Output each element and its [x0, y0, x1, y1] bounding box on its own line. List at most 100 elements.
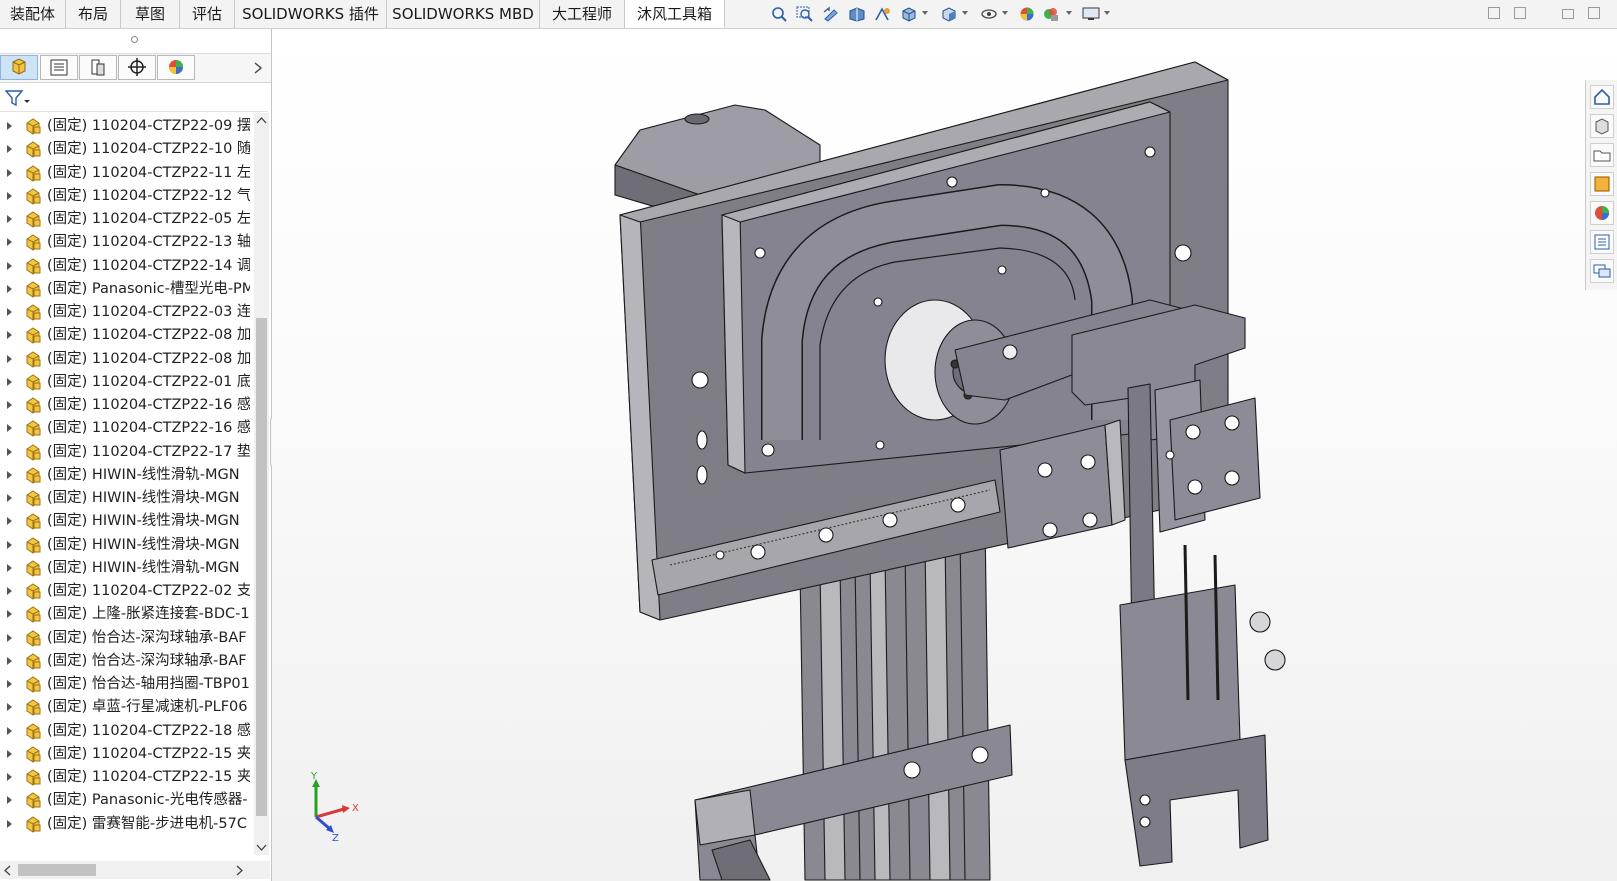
tab-engineer[interactable]: 大工程师 — [540, 0, 625, 28]
view-palette-tab[interactable] — [1590, 172, 1614, 196]
tree-item[interactable]: (固定) 110204-CTZP22-15 夹 — [0, 765, 250, 789]
expand-arrow-icon[interactable] — [7, 633, 12, 642]
tree-item[interactable]: (固定) HIWIN-线性滑块-MGN — [0, 486, 250, 510]
chevron-down-icon[interactable] — [962, 11, 968, 15]
tree-item[interactable]: (固定) Panasonic-光电传感器- — [0, 788, 250, 812]
tree-item[interactable]: (固定) 110204-CTZP22-02 支 — [0, 579, 250, 603]
tree-item[interactable]: (固定) 怡合达-深沟球轴承-BAF — [0, 649, 250, 673]
configuration-manager-tab[interactable] — [79, 55, 117, 80]
expand-arrow-icon[interactable] — [7, 773, 12, 781]
view-orientation-icon[interactable] — [900, 6, 918, 22]
tree-item[interactable]: (固定) 110204-CTZP22-18 感 — [0, 719, 250, 743]
display-manager-tab[interactable] — [157, 55, 195, 80]
maximize-window-button[interactable] — [1588, 7, 1600, 19]
expand-arrow-icon[interactable] — [7, 168, 12, 177]
tree-item[interactable]: (固定) 110204-CTZP22-10 随 — [0, 137, 250, 161]
hide-show-items-icon[interactable] — [980, 6, 998, 22]
expand-arrow-icon[interactable] — [7, 517, 12, 526]
tree-vertical-scrollbar[interactable] — [254, 113, 269, 855]
tree-item[interactable]: (固定) 卓蓝-行星减速机-PLF06 — [0, 695, 250, 719]
design-library-tab[interactable] — [1590, 114, 1614, 138]
chevron-down-icon[interactable] — [1104, 11, 1110, 15]
expand-arrow-icon[interactable] — [7, 284, 12, 293]
expand-arrow-icon[interactable] — [7, 587, 12, 595]
tree-item[interactable]: (固定) 110204-CTZP22-14 调 — [0, 254, 250, 278]
chevron-left-icon[interactable] — [3, 865, 11, 876]
chevron-up-icon[interactable] — [256, 116, 267, 124]
expand-arrow-icon[interactable] — [7, 122, 12, 130]
tree-item[interactable]: (固定) Panasonic-槽型光电-PM — [0, 277, 250, 301]
scrollbar-thumb[interactable] — [256, 318, 267, 816]
property-manager-tab[interactable] — [40, 55, 78, 80]
tree-item[interactable]: (固定) 110204-CTZP22-16 感 — [0, 416, 250, 440]
chevron-right-icon[interactable] — [253, 62, 263, 74]
custom-properties-tab[interactable] — [1590, 230, 1614, 254]
dimxpert-manager-tab[interactable] — [118, 55, 156, 80]
tree-item[interactable]: (固定) 110204-CTZP22-01 底 — [0, 370, 250, 394]
expand-arrow-icon[interactable] — [7, 447, 12, 456]
section-view-icon[interactable] — [848, 6, 866, 22]
expand-arrow-icon[interactable] — [7, 261, 12, 270]
display-style-icon[interactable] — [940, 6, 958, 22]
forum-tab[interactable] — [1590, 259, 1614, 283]
dynamic-annotation-icon[interactable] — [874, 6, 892, 22]
tab-evaluate[interactable]: 评估 — [180, 0, 235, 28]
tab-solidworks-mbd[interactable]: SOLIDWORKS MBD — [387, 0, 540, 28]
tree-item[interactable]: (固定) 110204-CTZP22-09 摆 — [0, 114, 250, 138]
tree-item[interactable]: (固定) 110204-CTZP22-05 左 — [0, 207, 250, 231]
tree-item[interactable]: (固定) HIWIN-线性滑轨-MGN — [0, 556, 250, 580]
expand-arrow-icon[interactable] — [7, 726, 12, 735]
tile-left-button[interactable] — [1488, 7, 1500, 19]
expand-arrow-icon[interactable] — [7, 470, 12, 479]
tree-horizontal-scrollbar[interactable] — [0, 861, 270, 879]
tab-mufeng-toolbox[interactable]: 沐风工具箱 — [625, 0, 725, 28]
featuremanager-tree-tab[interactable] — [0, 55, 38, 80]
expand-arrow-icon[interactable] — [7, 377, 12, 386]
expand-arrow-icon[interactable] — [7, 145, 12, 154]
expand-arrow-icon[interactable] — [7, 238, 12, 247]
tree-item[interactable]: (固定) 110204-CTZP22-15 夹 — [0, 742, 250, 766]
expand-arrow-icon[interactable] — [7, 656, 12, 665]
tab-layout[interactable]: 布局 — [66, 0, 121, 28]
chevron-down-icon[interactable] — [256, 844, 267, 852]
restore-window-button[interactable] — [1562, 9, 1574, 19]
edit-appearance-icon[interactable] — [1018, 6, 1036, 22]
tree-item[interactable]: (固定) 110204-CTZP22-13 轴 — [0, 230, 250, 254]
scrollbar-thumb[interactable] — [18, 864, 96, 876]
tree-item[interactable]: (固定) 怡合达-深沟球轴承-BAF — [0, 626, 250, 650]
expand-arrow-icon[interactable] — [7, 215, 12, 223]
chevron-down-icon[interactable] — [922, 11, 928, 15]
tree-item[interactable]: (固定) 110204-CTZP22-12 气 — [0, 184, 250, 208]
panel-split-handle[interactable] — [131, 36, 138, 43]
expand-arrow-icon[interactable] — [7, 680, 12, 688]
filter-icon[interactable] — [5, 89, 31, 107]
expand-arrow-icon[interactable] — [7, 401, 12, 409]
expand-arrow-icon[interactable] — [7, 819, 12, 828]
file-explorer-tab[interactable] — [1590, 143, 1614, 167]
tab-sketch[interactable]: 草图 — [121, 0, 180, 28]
tab-assembly[interactable]: 装配体 — [0, 0, 66, 28]
expand-arrow-icon[interactable] — [7, 424, 12, 433]
expand-arrow-icon[interactable] — [7, 331, 12, 340]
apply-scene-icon[interactable] — [1042, 6, 1060, 22]
expand-arrow-icon[interactable] — [7, 494, 12, 502]
expand-arrow-icon[interactable] — [7, 610, 12, 619]
previous-view-icon[interactable] — [822, 6, 840, 22]
expand-arrow-icon[interactable] — [7, 540, 12, 549]
tree-item[interactable]: (固定) 上隆-胀紧连接套-BDC-1 — [0, 602, 250, 626]
tree-item[interactable]: (固定) 雷赛智能-步进电机-57C — [0, 812, 250, 836]
chevron-down-icon[interactable] — [1066, 11, 1072, 15]
zoom-to-fit-icon[interactable] — [770, 6, 788, 22]
tree-item[interactable]: (固定) 怡合达-轴用挡圈-TBP01 — [0, 672, 250, 696]
zoom-area-icon[interactable] — [796, 6, 814, 22]
tree-item[interactable]: (固定) HIWIN-线性滑块-MGN — [0, 533, 250, 557]
expand-arrow-icon[interactable] — [7, 191, 12, 200]
tile-right-button[interactable] — [1514, 7, 1526, 19]
view-settings-icon[interactable] — [1082, 6, 1100, 22]
tree-item[interactable]: (固定) HIWIN-线性滑轨-MGN — [0, 463, 250, 487]
tree-item[interactable]: (固定) 110204-CTZP22-11 左 — [0, 161, 250, 185]
graphics-area[interactable]: Y X Z — [272, 29, 1617, 881]
expand-arrow-icon[interactable] — [7, 796, 12, 805]
expand-arrow-icon[interactable] — [7, 703, 12, 712]
expand-arrow-icon[interactable] — [7, 308, 12, 316]
